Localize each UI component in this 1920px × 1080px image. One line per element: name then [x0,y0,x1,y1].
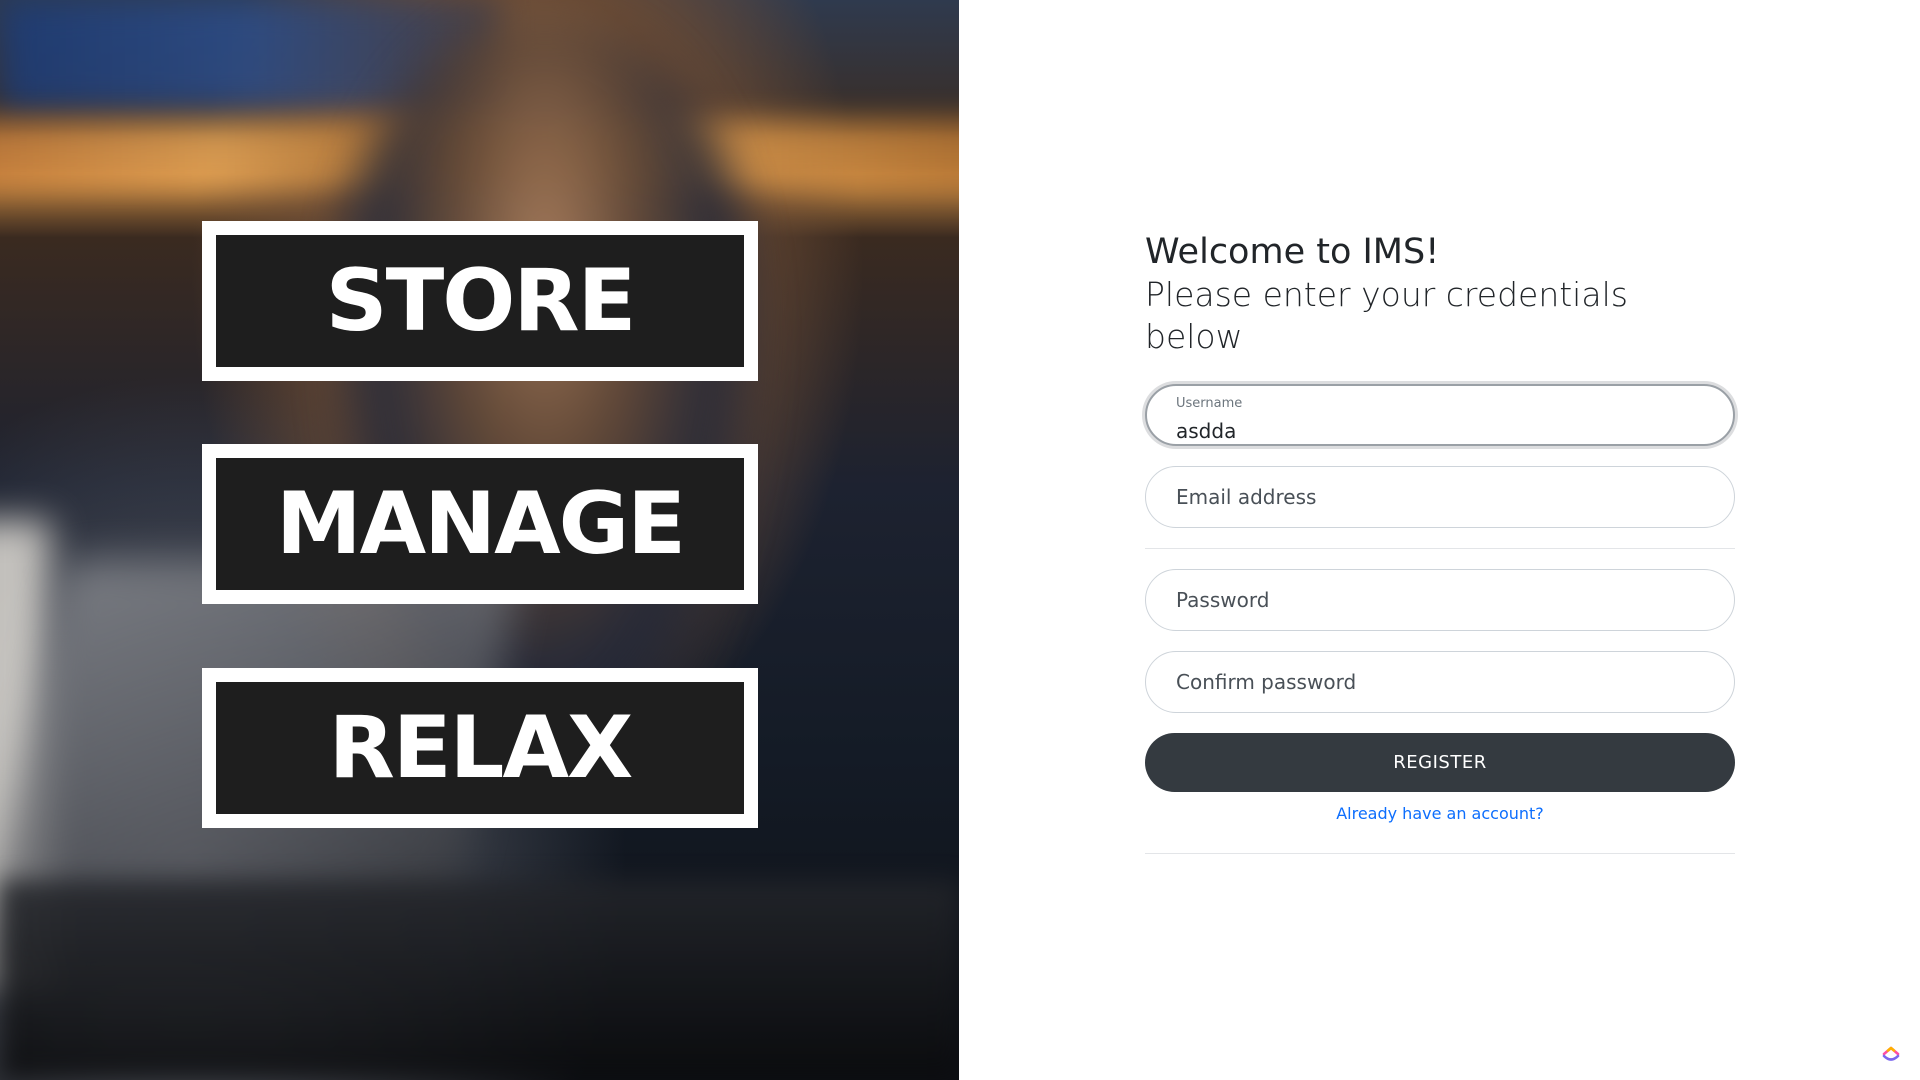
hero-image: STORE MANAGE RELAX [0,0,959,1080]
email-field[interactable]: Email address [1145,466,1735,528]
clickup-icon[interactable] [1880,1040,1902,1062]
hero-word-text: RELAX [216,682,744,814]
password-field[interactable]: Password [1145,569,1735,631]
username-field[interactable]: Username [1145,384,1735,446]
hero-bg-blur [0,880,959,1080]
confirm-password-field[interactable]: Confirm password [1145,651,1735,713]
password-placeholder: Password [1176,588,1270,612]
hero-word-relax: RELAX [202,668,758,828]
register-button[interactable]: REGISTER [1145,733,1735,792]
page-subtitle: Please enter your credentials below [1145,275,1628,356]
hero-word-store: STORE [202,221,758,381]
register-form: Welcome to IMS! Please enter your creden… [1145,230,1735,854]
confirm-password-placeholder: Confirm password [1176,670,1357,694]
login-link[interactable]: Already have an account? [1145,804,1735,823]
page-title: Welcome to IMS! [1145,232,1440,272]
register-page: STORE MANAGE RELAX Welcome to IMS! Pleas… [0,0,1920,1080]
hero-word-manage: MANAGE [202,444,758,604]
username-label: Username [1176,396,1243,411]
username-input[interactable] [1176,419,1696,443]
hero-word-text: MANAGE [216,458,744,590]
email-placeholder: Email address [1176,485,1317,509]
divider [1145,853,1735,854]
hero-word-text: STORE [216,235,744,367]
